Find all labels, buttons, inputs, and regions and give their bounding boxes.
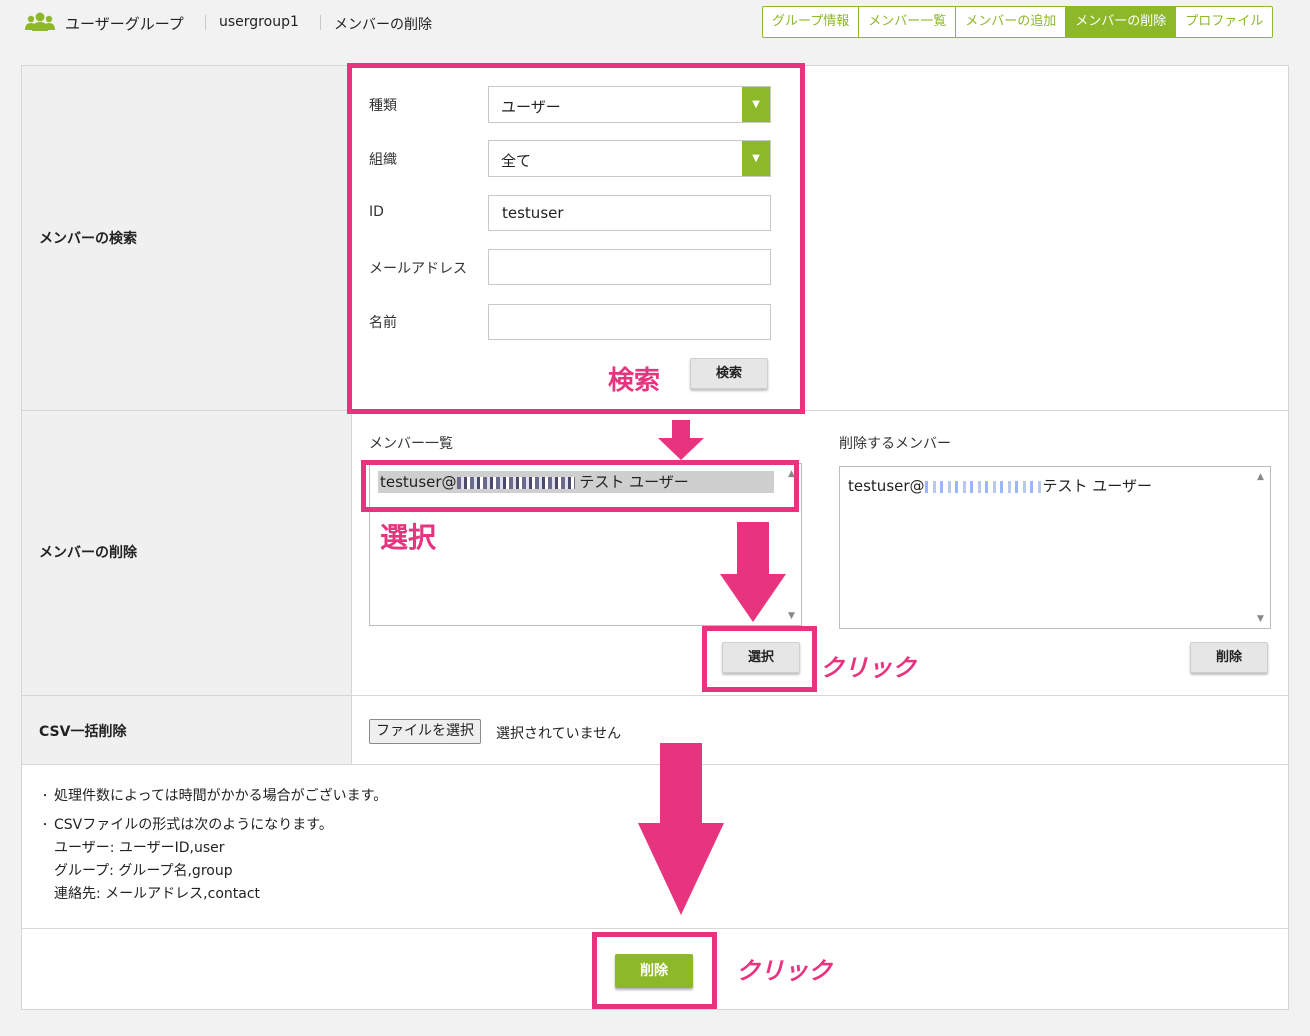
scroll-down-icon[interactable]: ▼	[1257, 614, 1267, 624]
breadcrumb-group[interactable]: usergroup1	[219, 14, 299, 30]
target-listbox[interactable]: testuser@ テスト ユーザー ▲ ▼	[839, 466, 1271, 629]
note-line: グループ: グループ名,group	[54, 863, 233, 879]
redacted-domain	[924, 480, 1043, 493]
file-status-text: 選択されていません	[496, 726, 622, 742]
tab-bar: グループ情報 メンバー一覧 メンバーの追加 メンバーの削除 プロファイル	[762, 6, 1274, 38]
page-header: ユーザーグループ usergroup1 メンバーの削除 グループ情報 メンバー一…	[0, 0, 1310, 46]
note-line: CSVファイルの形式は次のようになります。	[54, 817, 333, 833]
tab-member-add[interactable]: メンバーの追加	[956, 7, 1067, 37]
bullet: ・	[40, 791, 50, 802]
tab-group-info[interactable]: グループ情報	[763, 7, 860, 37]
tab-member-delete[interactable]: メンバーの削除	[1066, 7, 1177, 37]
member-list-label: メンバー一覧	[369, 436, 453, 452]
csv-section-label: CSV一括削除	[39, 724, 127, 740]
annotation-click-text: クリック	[820, 654, 916, 682]
annotation-click-text: クリック	[736, 957, 832, 985]
annotation-select-button-box	[702, 626, 817, 692]
annotation-arrow-down-icon	[720, 522, 786, 622]
delete-row-label-cell: メンバーの削除	[22, 411, 352, 695]
note-line: 処理件数によっては時間がかかる場合がございます。	[54, 788, 388, 804]
target-list-item[interactable]: testuser@ テスト ユーザー	[848, 475, 1152, 496]
page-title: ユーザーグループ	[65, 15, 184, 33]
search-row-label-cell: メンバーの検索	[22, 66, 352, 410]
annotation-arrow-down-icon	[658, 420, 704, 460]
note-line: ユーザー: ユーザーID,user	[54, 840, 225, 856]
users-icon	[25, 12, 55, 31]
target-item-id: testuser@	[848, 477, 925, 495]
delete-section-label: メンバーの削除	[39, 545, 137, 561]
scroll-down-icon[interactable]: ▼	[788, 611, 798, 621]
breadcrumb-page: メンバーの削除	[334, 17, 432, 33]
annotation-search-box	[347, 63, 805, 414]
annotation-arrow-down-icon	[638, 743, 724, 915]
note-line: 連絡先: メールアドレス,contact	[54, 886, 261, 902]
breadcrumb-separator	[205, 15, 206, 30]
annotation-select-text: 選択	[380, 521, 437, 554]
scroll-up-icon[interactable]: ▲	[1257, 472, 1267, 482]
target-list-label: 削除するメンバー	[839, 436, 951, 452]
annotation-delete-button-box	[592, 932, 717, 1009]
target-item-name: テスト ユーザー	[1042, 477, 1153, 495]
search-section-label: メンバーの検索	[39, 231, 137, 247]
annotation-select-item-box	[361, 460, 799, 512]
csv-row-label-cell: CSV一括削除	[22, 696, 352, 764]
bullet: ・	[40, 820, 50, 831]
delete-row: メンバーの削除 メンバー一覧 testuser@ テスト ユーザー ▲ ▼ 選択…	[22, 411, 1288, 696]
file-select-button[interactable]: ファイルを選択	[369, 719, 481, 744]
tab-profile[interactable]: プロファイル	[1176, 7, 1272, 37]
breadcrumb-separator	[320, 15, 321, 30]
remove-button[interactable]: 削除	[1190, 642, 1268, 673]
annotation-search-text: 検索	[608, 366, 661, 396]
tab-member-list[interactable]: メンバー一覧	[859, 7, 957, 37]
